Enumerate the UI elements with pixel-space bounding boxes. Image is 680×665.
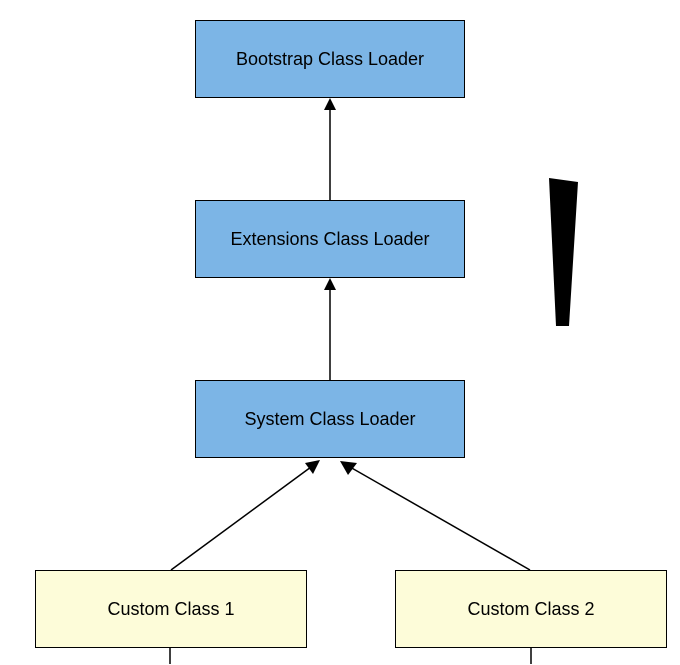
tick-custom1 — [165, 648, 175, 664]
extensions-class-loader-box: Extensions Class Loader — [195, 200, 465, 278]
custom1-label: Custom Class 1 — [107, 599, 234, 620]
bootstrap-class-loader-box: Bootstrap Class Loader — [195, 20, 465, 98]
arrow-system-to-extensions — [320, 278, 340, 380]
custom2-label: Custom Class 2 — [467, 599, 594, 620]
system-class-loader-box: System Class Loader — [195, 380, 465, 458]
black-shape-icon — [545, 178, 585, 328]
extensions-label: Extensions Class Loader — [230, 229, 429, 250]
bootstrap-label: Bootstrap Class Loader — [236, 49, 424, 70]
system-label: System Class Loader — [244, 409, 415, 430]
arrow-extensions-to-bootstrap — [320, 98, 340, 200]
custom-class-1-box: Custom Class 1 — [35, 570, 307, 648]
arrow-custom2-to-system — [330, 455, 540, 575]
arrow-custom1-to-system — [165, 455, 345, 575]
tick-custom2 — [526, 648, 536, 664]
custom-class-2-box: Custom Class 2 — [395, 570, 667, 648]
